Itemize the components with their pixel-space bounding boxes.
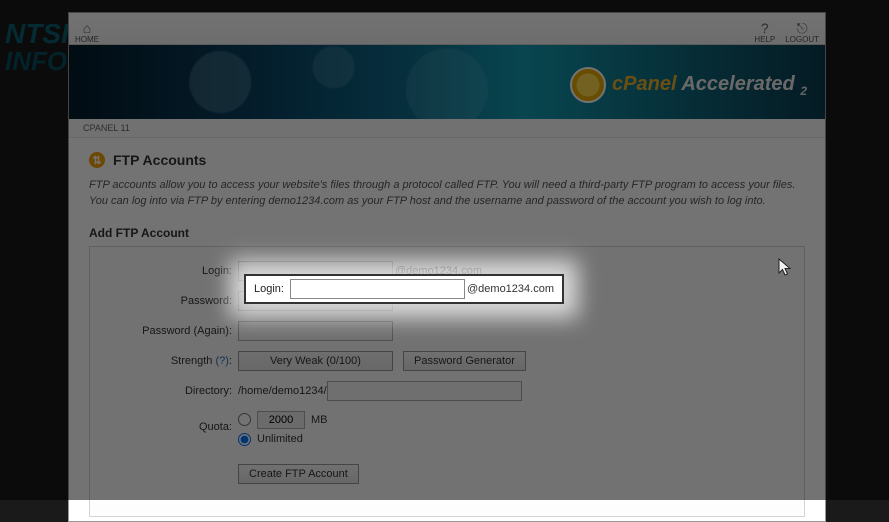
spot-login-input[interactable]	[290, 279, 465, 299]
help-label: HELP	[754, 35, 775, 44]
spotlight-login: Login: @demo1234.com	[244, 274, 564, 304]
logout-icon: ⎋	[797, 21, 808, 35]
directory-row: Directory: /home/demo1234/	[108, 381, 786, 401]
page-title: ⇅ FTP Accounts	[89, 152, 805, 168]
brand-cpanel: cPanel	[612, 73, 676, 95]
directory-label: Directory:	[108, 385, 238, 397]
help-icon: ?	[761, 21, 769, 35]
quota-number-input[interactable]	[257, 411, 305, 429]
top-toolbar: ⌂ HOME ? HELP ⎋ LOGOUT	[69, 13, 825, 45]
breadcrumb: CPANEL 11	[69, 119, 825, 138]
logout-label: LOGOUT	[785, 35, 819, 44]
cpanel-window: ⌂ HOME ? HELP ⎋ LOGOUT cPanel Accelerate…	[68, 12, 826, 522]
password2-input[interactable]	[238, 321, 393, 341]
home-icon: ⌂	[83, 21, 91, 35]
directory-prefix: /home/demo1234/	[238, 385, 327, 397]
quota-radio-limited[interactable]	[238, 413, 251, 426]
directory-input[interactable]	[327, 381, 522, 401]
spot-login-label: Login:	[254, 283, 284, 295]
brand-sub: 2	[800, 84, 807, 98]
help-button[interactable]: ? HELP	[754, 21, 775, 44]
quota-radio-unlimited[interactable]	[238, 433, 251, 446]
strength-meter: Very Weak (0/100)	[238, 351, 393, 371]
strength-help-link[interactable]: (?)	[215, 355, 228, 367]
login-label: Login:	[108, 265, 238, 277]
create-ftp-button[interactable]: Create FTP Account	[238, 464, 359, 484]
logout-button[interactable]: ⎋ LOGOUT	[785, 21, 819, 44]
strength-label: Strength (?):	[108, 355, 238, 367]
password2-row: Password (Again):	[108, 321, 786, 341]
quota-unlimited-label: Unlimited	[257, 433, 303, 445]
password-generator-button[interactable]: Password Generator	[403, 351, 526, 371]
add-ftp-header: Add FTP Account	[89, 226, 805, 240]
create-row: Create FTP Account	[108, 464, 786, 484]
cpanel-logo-icon	[570, 67, 606, 103]
intro-text: FTP accounts allow you to access your we…	[89, 178, 805, 210]
quota-label: Quota:	[108, 411, 238, 433]
quota-row: Quota: MB Unlimited	[108, 411, 786, 450]
brand-block: cPanel Accelerated 2	[570, 67, 807, 103]
brand-accelerated: Accelerated	[681, 73, 794, 95]
quota-unit: MB	[311, 414, 328, 426]
home-button[interactable]: ⌂ HOME	[75, 21, 99, 44]
password2-label: Password (Again):	[108, 325, 238, 337]
password-label: Password:	[108, 295, 238, 307]
banner: cPanel Accelerated 2	[69, 45, 825, 119]
strength-row: Strength (?): Very Weak (0/100) Password…	[108, 351, 786, 371]
home-label: HOME	[75, 35, 99, 44]
ftp-icon: ⇅	[89, 152, 105, 168]
spot-domain-suffix: @demo1234.com	[467, 283, 554, 295]
